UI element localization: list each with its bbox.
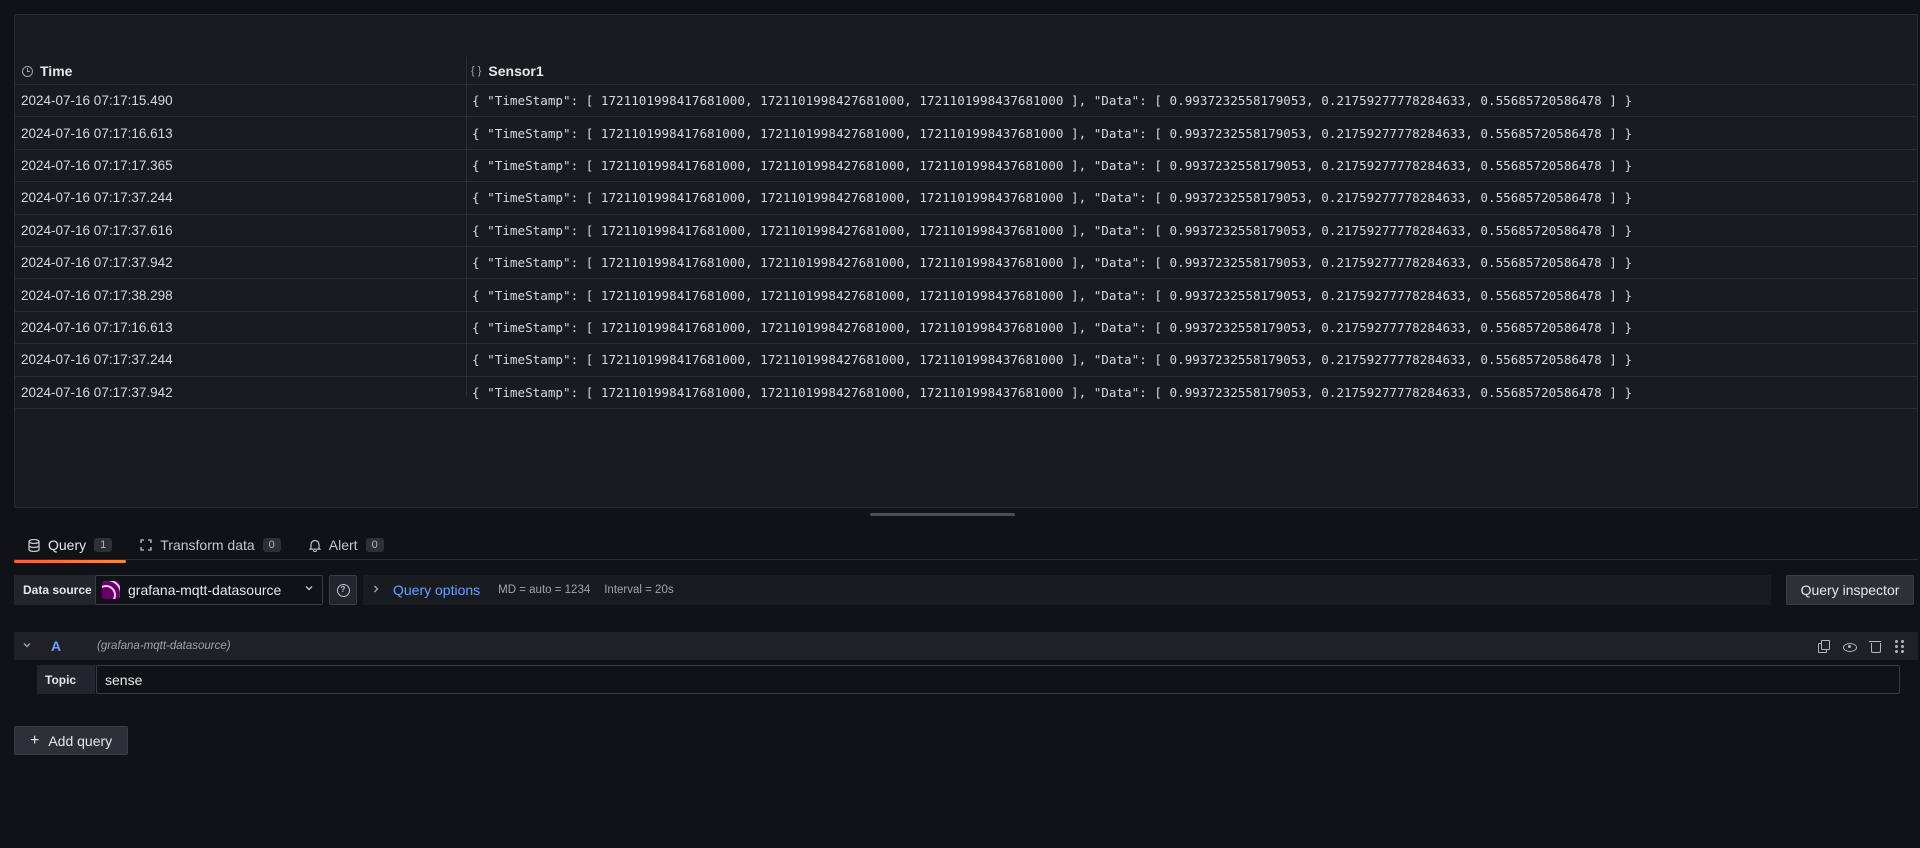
cell-sensor1: { "TimeStamp": [ 1721101998417681000, 17… <box>472 157 1633 173</box>
cell-time: 2024-07-16 07:17:37.942 <box>21 255 173 271</box>
cell-time: 2024-07-16 07:17:16.613 <box>21 125 173 141</box>
table-row: 2024-07-16 07:17:15.490 { "TimeStamp": [… <box>15 85 1917 118</box>
query-ref-id[interactable]: A <box>51 638 61 654</box>
column-header-time[interactable]: Time <box>22 57 72 85</box>
cell-sensor1: { "TimeStamp": [ 1721101998417681000, 17… <box>472 319 1633 335</box>
column-header-label: Time <box>40 63 73 79</box>
tab-alert[interactable]: Alert 0 <box>295 530 398 560</box>
cell-time: 2024-07-16 07:17:17.365 <box>21 157 173 173</box>
drag-handle-icon[interactable] <box>1895 639 1904 653</box>
cell-sensor1: { "TimeStamp": [ 1721101998417681000, 17… <box>472 125 1633 141</box>
table-row: 2024-07-16 07:17:37.244 { "TimeStamp": [… <box>15 344 1917 377</box>
table-header: Time { } Sensor1 <box>15 57 1917 85</box>
trash-icon[interactable] <box>1869 640 1882 653</box>
table-row: 2024-07-16 07:17:37.942 { "TimeStamp": [… <box>15 377 1917 409</box>
datasource-help-button[interactable]: ? <box>329 575 357 605</box>
tabs-divider <box>14 559 1918 560</box>
table-row: 2024-07-16 07:17:17.365 { "TimeStamp": [… <box>15 150 1917 183</box>
query-toolbar: Data source grafana-mqtt-datasource ? Qu… <box>14 575 1918 605</box>
mqtt-logo-icon <box>102 581 120 599</box>
column-header-sensor1[interactable]: { } Sensor1 <box>471 57 544 85</box>
tab-label: Transform data <box>160 537 255 553</box>
cell-time: 2024-07-16 07:17:37.942 <box>21 384 173 400</box>
cell-sensor1: { "TimeStamp": [ 1721101998417681000, 17… <box>472 255 1633 271</box>
max-datapoints-text: MD = auto = 1234 <box>498 584 591 596</box>
add-query-label: Add query <box>48 732 113 749</box>
table-panel: Time { } Sensor1 2024-07-16 07:17:15.490… <box>14 14 1918 508</box>
cell-time: 2024-07-16 07:17:37.616 <box>21 222 173 238</box>
chevron-down-icon <box>304 583 314 596</box>
bell-icon <box>308 539 322 553</box>
table-row: 2024-07-16 07:17:37.942 { "TimeStamp": [… <box>15 247 1917 280</box>
table-row: 2024-07-16 07:17:16.613 { "TimeStamp": [… <box>15 312 1917 345</box>
tab-query[interactable]: Query 1 <box>14 530 127 563</box>
count-badge: 1 <box>94 538 113 552</box>
collapse-chevron-icon[interactable] <box>22 640 32 653</box>
interval-text: Interval = 20s <box>604 584 674 596</box>
braces-icon: { } <box>471 65 482 77</box>
plus-icon: + <box>30 731 40 749</box>
table-body: 2024-07-16 07:17:15.490 { "TimeStamp": [… <box>15 85 1917 409</box>
topic-input[interactable] <box>96 665 1900 694</box>
query-row-header[interactable]: A (grafana-mqtt-datasource) <box>14 632 1918 660</box>
tab-transform-data[interactable]: Transform data 0 <box>126 530 295 560</box>
cell-sensor1: { "TimeStamp": [ 1721101998417681000, 17… <box>472 93 1633 109</box>
table-row: 2024-07-16 07:17:38.298 { "TimeStamp": [… <box>15 279 1917 312</box>
transform-icon <box>140 539 152 551</box>
panel-resize-handle[interactable] <box>870 513 1015 516</box>
cell-time: 2024-07-16 07:17:15.490 <box>21 93 173 109</box>
column-header-label: Sensor1 <box>488 63 544 79</box>
duplicate-icon[interactable] <box>1817 639 1830 653</box>
cell-sensor1: { "TimeStamp": [ 1721101998417681000, 17… <box>472 384 1633 400</box>
datasource-value: grafana-mqtt-datasource <box>128 582 282 598</box>
eye-icon[interactable] <box>1843 640 1857 653</box>
query-options-label[interactable]: Query options <box>393 582 480 598</box>
datasource-picker[interactable]: grafana-mqtt-datasource <box>95 575 323 605</box>
cell-time: 2024-07-16 07:17:37.244 <box>21 352 173 368</box>
tab-label: Query <box>48 537 87 553</box>
cell-sensor1: { "TimeStamp": [ 1721101998417681000, 17… <box>472 190 1633 206</box>
query-datasource-name: (grafana-mqtt-datasource) <box>97 640 231 652</box>
add-query-button[interactable]: + Add query <box>14 726 128 755</box>
table-row: 2024-07-16 07:17:37.616 { "TimeStamp": [… <box>15 215 1917 247</box>
editor-tabs: Query 1 Transform data 0 Alert 0 <box>14 530 398 563</box>
count-badge: 0 <box>262 538 281 552</box>
query-options-bar[interactable]: Query options MD = auto = 1234 Interval … <box>363 575 1771 605</box>
cell-time: 2024-07-16 07:17:38.298 <box>21 287 173 303</box>
tab-label: Alert <box>328 537 358 553</box>
query-inspector-button[interactable]: Query inspector <box>1786 575 1914 605</box>
cell-sensor1: { "TimeStamp": [ 1721101998417681000, 17… <box>472 352 1633 368</box>
cell-time: 2024-07-16 07:17:37.244 <box>21 190 173 206</box>
datasource-label: Data source <box>14 575 101 605</box>
table-row: 2024-07-16 07:17:37.244 { "TimeStamp": [… <box>15 182 1917 215</box>
topic-label: Topic <box>37 665 95 694</box>
cell-sensor1: { "TimeStamp": [ 1721101998417681000, 17… <box>472 287 1633 303</box>
cell-sensor1: { "TimeStamp": [ 1721101998417681000, 17… <box>472 222 1633 238</box>
count-badge: 0 <box>365 538 384 552</box>
table-row: 2024-07-16 07:17:16.613 { "TimeStamp": [… <box>15 117 1917 150</box>
query-actions <box>1817 639 1904 653</box>
help-icon: ? <box>336 583 350 597</box>
clock-icon <box>22 65 33 77</box>
chevron-right-icon <box>371 583 383 597</box>
database-icon <box>28 538 40 553</box>
cell-time: 2024-07-16 07:17:16.613 <box>21 319 173 335</box>
